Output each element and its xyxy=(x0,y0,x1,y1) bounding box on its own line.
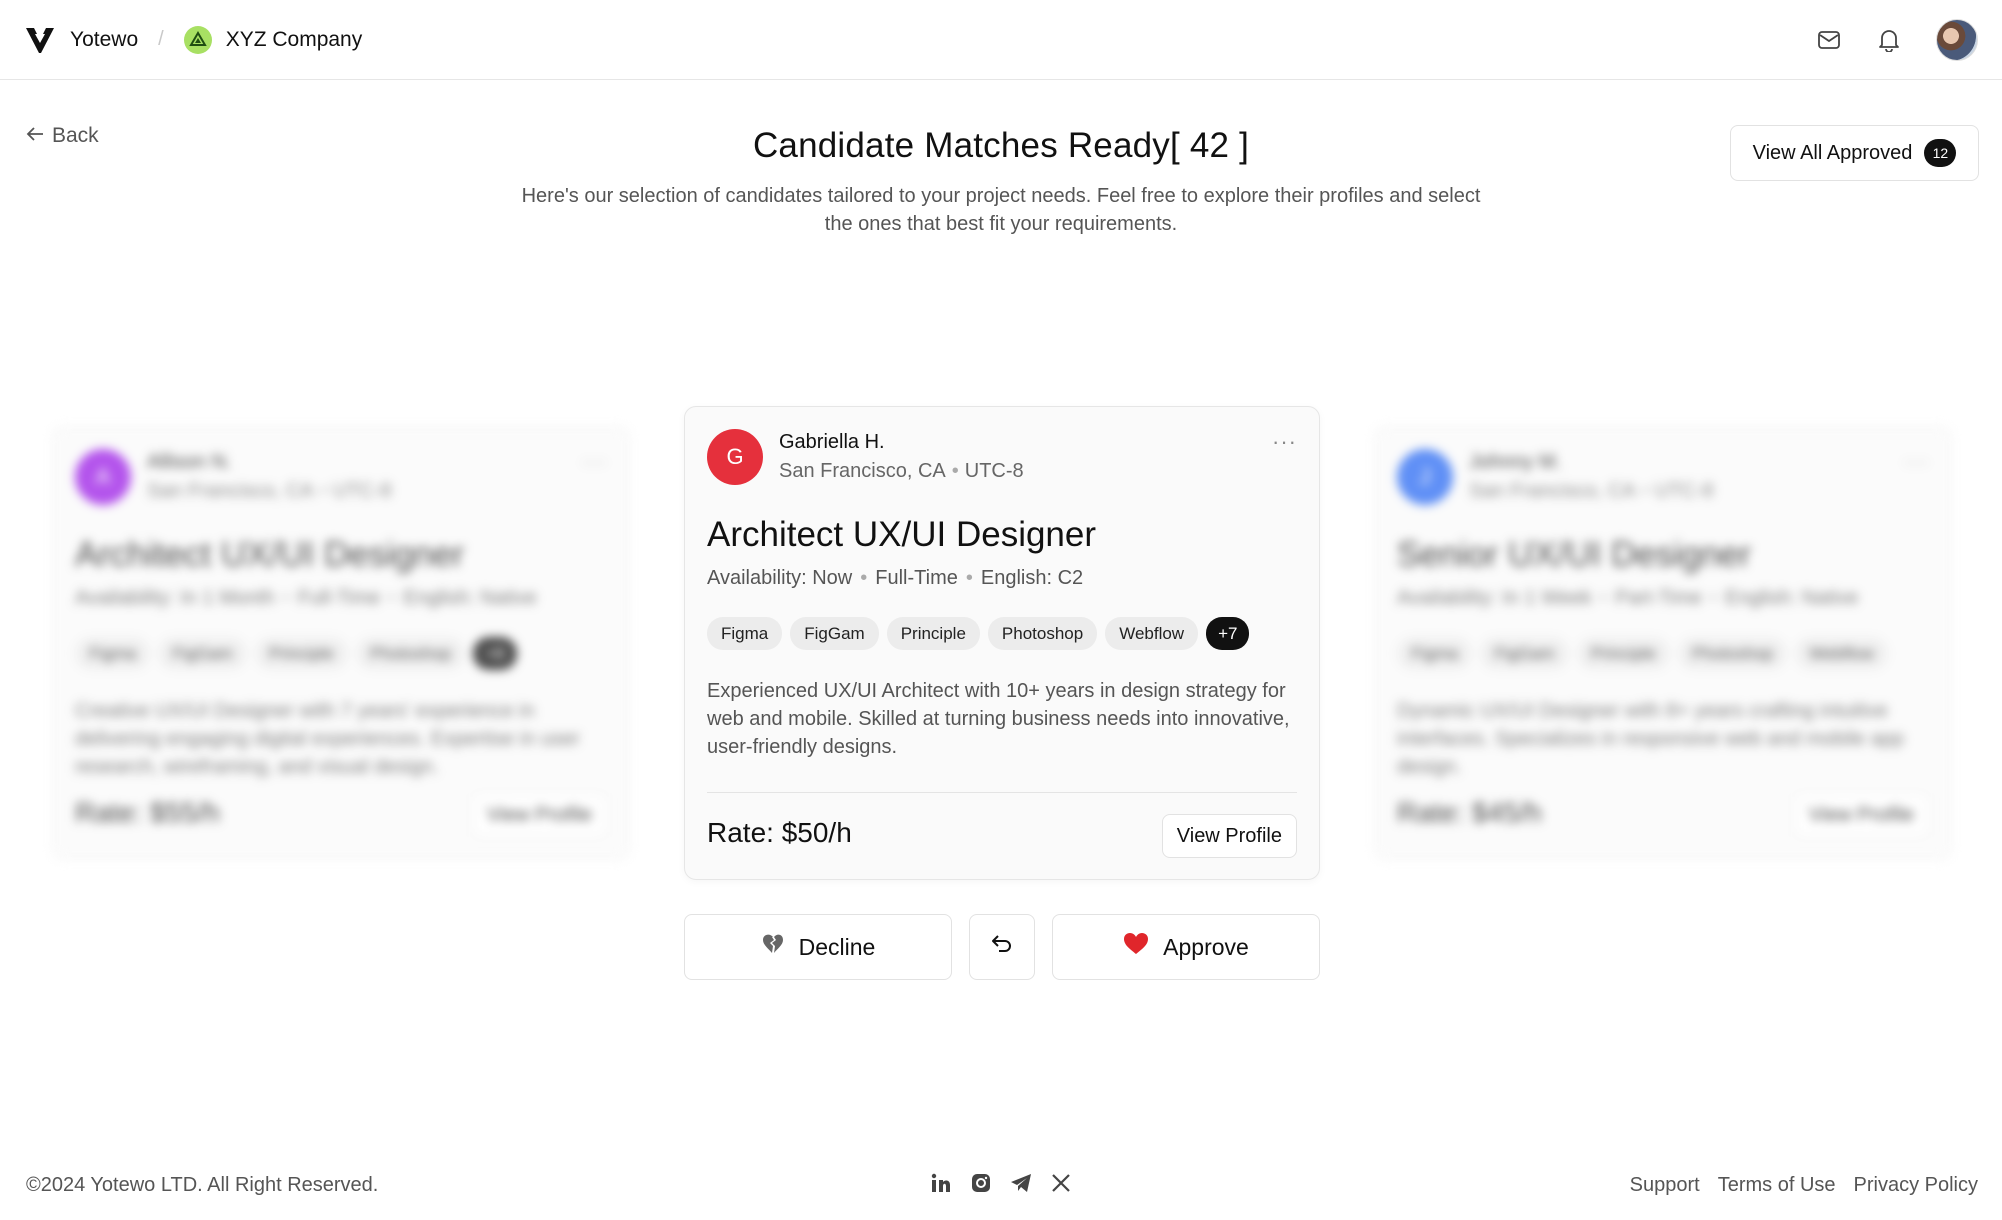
candidate-description: Creative UX/UI Designer with 7 years' ex… xyxy=(75,700,580,778)
linkedin-icon[interactable] xyxy=(930,1172,952,1194)
company-logo-icon xyxy=(183,25,212,54)
terms-link[interactable]: Terms of Use xyxy=(1718,1174,1836,1197)
candidate-rate: Rate: $50/h xyxy=(707,817,852,848)
undo-icon xyxy=(990,933,1014,961)
candidate-role: Architect UX/UI Designer xyxy=(75,535,465,574)
card-divider xyxy=(707,792,1297,793)
more-options-icon[interactable]: ··· xyxy=(1272,429,1297,455)
candidate-location: San Francisco, CA • UTC-8 xyxy=(779,460,1024,482)
candidate-location: San Francisco, CA • UTC-8 xyxy=(147,480,392,502)
skill-tag: Principle xyxy=(1576,637,1670,670)
candidate-role: Senior UX/UI Designer xyxy=(1397,535,1752,574)
heart-icon xyxy=(1123,932,1149,962)
candidate-rate: Rate: $55/h xyxy=(75,797,220,828)
availability: Availability: Now xyxy=(707,567,853,589)
skill-tag: Photoshop xyxy=(1677,637,1788,670)
candidate-count: [ 42 ] xyxy=(1170,126,1250,165)
candidate-card-previous[interactable]: A Allison N. San Francisco, CA • UTC-8 ···… xyxy=(52,426,630,860)
top-bar: Yotewo / XYZ Company xyxy=(0,0,2002,80)
candidate-meta: Availability: Now • Full-Time • English: C2 xyxy=(707,567,1084,589)
brand-name[interactable]: Yotewo xyxy=(70,28,138,52)
x-icon[interactable] xyxy=(1050,1172,1072,1194)
decline-label: Decline xyxy=(798,933,876,960)
skill-tags: Figma FigGam Principle Photoshop Webflow… xyxy=(707,617,1250,650)
decline-button[interactable]: Decline xyxy=(684,914,952,980)
broken-heart-icon xyxy=(761,933,785,961)
candidate-description: Dynamic UX/UI Designer with 8+ years cra… xyxy=(1397,700,1904,778)
skill-tag: Webflow xyxy=(1795,637,1889,670)
candidate-name: Allison N. xyxy=(147,451,232,473)
skill-tag: FigGam xyxy=(1480,637,1569,670)
candidate-name: Johnny M. xyxy=(1469,451,1562,473)
candidate-meta: Availability: In 1 Month • Full-Time • Engli… xyxy=(75,587,537,609)
privacy-link[interactable]: Privacy Policy xyxy=(1854,1174,1978,1197)
skill-tag: Webflow xyxy=(1105,617,1199,650)
page-subtitle: Here's our selection of candidates tailo… xyxy=(521,185,1481,235)
approve-label: Approve xyxy=(1163,933,1249,960)
skill-tags: Figma FigGam Principle Photoshop Webflow xyxy=(1397,637,1889,670)
avatar[interactable] xyxy=(1936,18,1978,61)
page-title: Candidate Matches Ready xyxy=(752,126,1171,165)
skill-tag: FigGam xyxy=(158,637,247,670)
view-profile-button[interactable]: View Profile xyxy=(1161,814,1297,858)
instagram-icon[interactable] xyxy=(970,1172,992,1194)
candidate-name: Gabriella H. xyxy=(779,431,885,453)
support-link[interactable]: Support xyxy=(1630,1174,1700,1197)
view-all-approved-button[interactable]: View All Approved 12 xyxy=(1730,125,1979,181)
candidate-rate: Rate: $45/h xyxy=(1397,797,1542,828)
skill-tag: Figma xyxy=(1397,637,1473,670)
candidate-role: Architect UX/UI Designer xyxy=(707,515,1097,554)
candidate-description: Experienced UX/UI Architect with 10+ yea… xyxy=(707,680,1290,758)
copyright: ©2024 Yotewo LTD. All Right Reserved. xyxy=(26,1174,379,1196)
approve-button[interactable]: Approve xyxy=(1052,914,1320,980)
more-options-icon[interactable]: ··· xyxy=(1904,449,1929,475)
candidate-avatar: A xyxy=(75,449,131,505)
candidate-avatar: J xyxy=(1397,449,1453,505)
page-header: Candidate Matches Ready[ 42 ] xyxy=(0,126,2002,166)
more-tags-badge[interactable]: +7 xyxy=(1206,617,1250,650)
breadcrumb-separator: / xyxy=(158,28,164,50)
breadcrumb: Yotewo / XYZ Company xyxy=(24,24,362,56)
company-name[interactable]: XYZ Company xyxy=(226,28,363,52)
skill-tags: Figma FigGam Principle Photoshop +8 xyxy=(75,637,517,670)
skill-tag: FigGam xyxy=(790,617,879,650)
skill-tag: Figma xyxy=(707,617,783,650)
employment-type: Full-Time xyxy=(875,567,958,589)
view-profile-button[interactable]: View Profile xyxy=(471,793,607,837)
candidate-meta: Availability: In 1 Week • Part-Time • Englis… xyxy=(1397,587,1859,609)
candidate-location: San Francisco, CA • UTC-8 xyxy=(1469,480,1714,502)
mail-icon[interactable] xyxy=(1816,27,1842,53)
social-links xyxy=(930,1172,1072,1194)
candidate-avatar: G xyxy=(707,429,763,485)
undo-button[interactable] xyxy=(969,914,1035,980)
skill-tag: Figma xyxy=(75,637,151,670)
view-all-approved-label: View All Approved xyxy=(1752,141,1913,164)
footer-links: Support Terms of Use Privacy Policy xyxy=(1630,1174,1978,1197)
skill-tag: Photoshop xyxy=(355,637,466,670)
skill-tag: Principle xyxy=(886,617,980,650)
candidate-card-next[interactable]: J Johnny M. San Francisco, CA • UTC-8 ··· … xyxy=(1374,426,1952,860)
approved-count-badge: 12 xyxy=(1924,139,1957,167)
more-options-icon[interactable]: ··· xyxy=(582,449,607,475)
english-level: English: C2 xyxy=(980,567,1084,589)
skill-tag: Principle xyxy=(254,637,348,670)
more-tags-badge[interactable]: +8 xyxy=(473,637,517,670)
bell-icon[interactable] xyxy=(1876,27,1902,53)
view-profile-button[interactable]: View Profile xyxy=(1793,793,1929,837)
telegram-icon[interactable] xyxy=(1010,1172,1032,1194)
brand-logo-icon[interactable] xyxy=(24,24,56,56)
skill-tag: Photoshop xyxy=(987,617,1098,650)
candidate-card-current[interactable]: G Gabriella H. San Francisco, CA • UTC-8 ·… xyxy=(684,406,1320,880)
